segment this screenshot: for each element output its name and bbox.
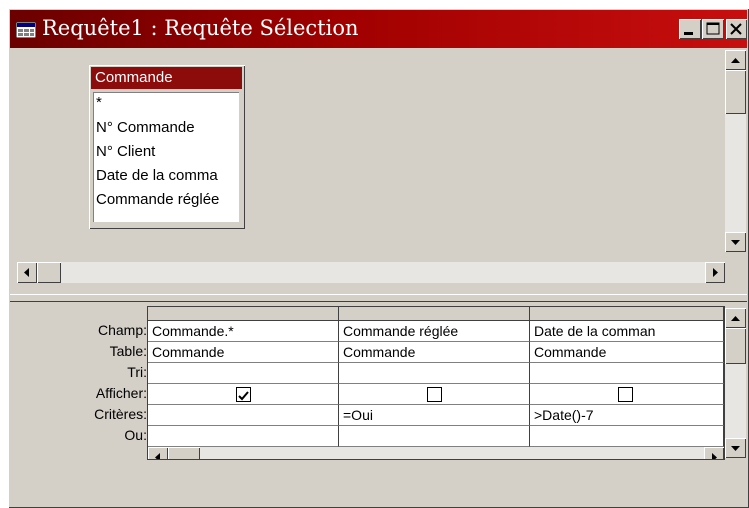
upper-vertical-scrollbar[interactable] [725,50,746,252]
row-label-champ: Champ: [97,322,147,338]
grid-cell-criteres[interactable] [148,405,339,426]
scroll-thumb[interactable] [725,70,746,114]
scroll-thumb[interactable] [725,328,746,364]
column-selector[interactable] [339,307,530,321]
arrow-left-icon [24,268,29,277]
arrow-down-icon [731,446,740,451]
grid-cell-afficher[interactable] [148,384,339,405]
upper-horizontal-scrollbar[interactable] [17,262,725,283]
scroll-right-button[interactable] [705,262,725,283]
field-item[interactable]: Commande réglée [96,191,219,208]
checkmark-icon [238,391,249,401]
column-selector[interactable] [530,307,724,321]
scroll-right-button[interactable] [704,447,724,459]
query-window: Requête1 : Requête Sélection Commande * … [8,8,749,508]
column-selector[interactable] [148,307,339,321]
grid-cell-ou[interactable] [339,426,530,447]
table-box-title[interactable]: Commande [91,67,242,89]
arrow-down-icon [731,240,740,245]
arrow-up-icon [731,316,740,321]
show-checkbox[interactable] [618,387,633,402]
arrow-right-icon [712,453,717,459]
grid-cell-ou[interactable] [148,426,339,447]
close-icon [730,23,742,35]
maximize-button[interactable] [702,19,724,39]
show-checkbox[interactable] [236,387,251,402]
grid-cell-champ[interactable]: Commande.* [148,321,339,342]
grid-vertical-scrollbar[interactable] [725,308,746,458]
row-label-table: Table: [109,343,147,359]
table-pane[interactable]: Commande * N° Commande N° Client Date de… [10,50,747,292]
row-label-tri: Tri: [127,364,147,380]
grid-cell-tri[interactable] [530,363,724,384]
maximize-icon [706,22,720,35]
arrow-up-icon [731,58,740,63]
scroll-up-button[interactable] [725,50,746,70]
row-label-ou: Ou: [124,427,147,443]
row-label-afficher: Afficher: [95,385,147,401]
table-box-commande[interactable]: Commande * N° Commande N° Client Date de… [89,65,245,229]
field-list[interactable]: * N° Commande N° Client Date de la comma… [93,92,239,222]
grid-cell-champ[interactable]: Commande réglée [339,321,530,342]
scroll-left-button[interactable] [17,262,37,283]
close-button[interactable] [726,19,747,39]
grid-cell-ou[interactable] [530,426,724,447]
grid-horizontal-scrollbar[interactable] [148,447,724,459]
field-item[interactable]: * [96,94,102,111]
design-grid[interactable]: Commande.* Commande Commande réglée Comm… [147,306,725,460]
grid-cell-champ[interactable]: Date de la comman [530,321,724,342]
grid-cell-afficher[interactable] [530,384,724,405]
grid-cell-table[interactable]: Commande [339,342,530,363]
arrow-left-icon [155,453,160,459]
grid-cell-table[interactable]: Commande [148,342,339,363]
field-item[interactable]: Date de la comma [96,167,218,184]
scroll-thumb[interactable] [168,447,200,459]
grid-cell-table[interactable]: Commande [530,342,724,363]
grid-cell-criteres[interactable]: >Date()-7 [530,405,724,426]
title-bar[interactable]: Requête1 : Requête Sélection [10,10,747,48]
query-window-icon [16,22,36,38]
show-checkbox[interactable] [427,387,442,402]
field-item[interactable]: N° Commande [96,119,195,136]
grid-cell-tri[interactable] [339,363,530,384]
grid-cell-afficher[interactable] [339,384,530,405]
minimize-button[interactable] [679,19,701,39]
field-item[interactable]: N° Client [96,143,155,160]
scroll-down-button[interactable] [725,232,746,252]
scroll-thumb[interactable] [37,262,61,283]
pane-splitter[interactable] [10,294,747,302]
row-label-criteres: Critères: [94,406,147,422]
grid-cell-tri[interactable] [148,363,339,384]
scroll-left-button[interactable] [148,447,168,459]
arrow-right-icon [713,268,718,277]
scroll-up-button[interactable] [725,308,746,328]
grid-cell-criteres[interactable]: =Oui [339,405,530,426]
window-title: Requête1 : Requête Sélection [42,16,359,40]
scroll-down-button[interactable] [725,438,746,458]
design-grid-pane[interactable]: Champ: Table: Tri: Afficher: Critères: O… [10,304,747,494]
minimize-icon [684,32,693,35]
